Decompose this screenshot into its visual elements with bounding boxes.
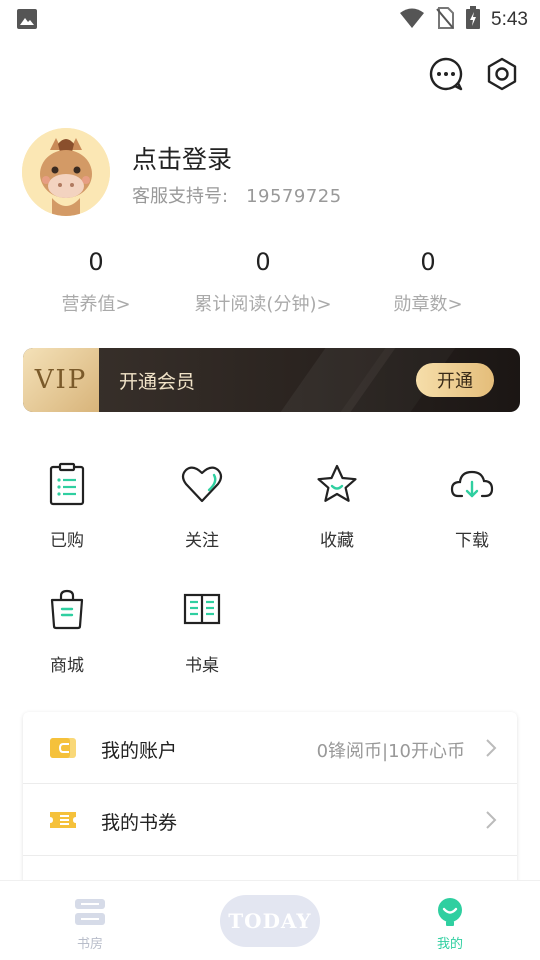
stat-value: 0 <box>420 248 436 276</box>
shopping-bag-icon <box>45 587 89 631</box>
stat-medals[interactable]: 0 勋章数> <box>328 248 528 316</box>
battery-charging-icon <box>465 6 481 34</box>
row-my-account[interactable]: 我的账户 0锋阅币|10开心币 <box>23 712 517 784</box>
row-value: 0锋阅币|10开心币 <box>316 741 465 762</box>
grid-item-label: 下载 <box>455 531 489 551</box>
row-my-coupons[interactable]: 我的书券 <box>23 784 517 856</box>
vip-badge-text: VIP <box>34 365 88 395</box>
account-card: 我的账户 0锋阅币|10开心币 我的书券 <box>23 712 517 892</box>
support-info: 客服支持号: 19579725 <box>132 182 342 208</box>
profile-icon <box>435 898 465 931</box>
status-bar: 5:43 <box>0 0 540 38</box>
grid-item-label: 关注 <box>185 531 219 551</box>
grid-item-follow[interactable]: 关注 <box>152 462 252 551</box>
grid-item-favorites[interactable]: 收藏 <box>287 462 387 551</box>
gear-icon <box>484 56 520 96</box>
top-actions <box>428 56 520 96</box>
chevron-right-icon <box>485 738 497 762</box>
vip-title: 开通会员 <box>119 371 196 393</box>
grid-item-purchased[interactable]: 已购 <box>17 462 117 551</box>
image-notification-icon <box>16 8 38 34</box>
avatar[interactable] <box>22 128 110 216</box>
message-button[interactable] <box>428 56 464 96</box>
chat-bubble-icon <box>428 56 464 96</box>
row-title: 我的书券 <box>101 812 178 834</box>
stats-row: 0 营养值> 0 累计阅读(分钟)> 0 勋章数> <box>0 248 540 328</box>
stat-label: 勋章数> <box>393 294 463 315</box>
status-time: 5:43 <box>491 9 528 30</box>
grid-item-label: 已购 <box>50 531 84 551</box>
nav-today[interactable]: TODAY <box>220 895 320 947</box>
star-icon <box>315 462 359 506</box>
cloud-download-icon <box>450 462 494 506</box>
chevron-right-icon <box>485 810 497 834</box>
no-sim-icon <box>435 6 455 34</box>
grid-item-downloads[interactable]: 下载 <box>422 462 522 551</box>
wifi-icon <box>399 7 425 33</box>
ticket-icon <box>49 806 77 834</box>
grid-item-label: 书桌 <box>185 656 219 676</box>
vip-badge: VIP <box>23 348 99 412</box>
grid-item-desk[interactable]: 书桌 <box>152 587 252 676</box>
nav-mine[interactable]: 我的 <box>410 897 490 952</box>
nav-bookroom[interactable]: 书房 <box>50 897 130 952</box>
profile-section: 点击登录 客服支持号: 19579725 <box>22 128 522 218</box>
horse-avatar-icon <box>22 128 110 216</box>
heart-icon <box>180 462 224 506</box>
book-icon <box>180 587 224 631</box>
support-label: 客服支持号: <box>132 186 229 207</box>
settings-button[interactable] <box>484 56 520 96</box>
grid-item-label: 商城 <box>50 656 84 676</box>
nav-label: 书房 <box>76 937 103 952</box>
vip-open-button[interactable]: 开通 <box>416 363 494 397</box>
grid-item-store[interactable]: 商城 <box>17 587 117 676</box>
vip-banner[interactable]: VIP 开通会员 开通 <box>23 348 520 412</box>
wallet-icon <box>49 734 77 762</box>
row-title: 我的账户 <box>101 740 178 762</box>
nav-label: 我的 <box>436 937 463 952</box>
grid-item-label: 收藏 <box>320 531 354 551</box>
today-label: TODAY <box>228 909 312 933</box>
support-number: 19579725 <box>246 186 342 207</box>
bookshelf-icon <box>73 899 107 931</box>
bottom-nav: 书房 TODAY 我的 <box>0 880 540 960</box>
login-link[interactable]: 点击登录 <box>132 140 232 176</box>
clipboard-icon <box>45 462 89 506</box>
